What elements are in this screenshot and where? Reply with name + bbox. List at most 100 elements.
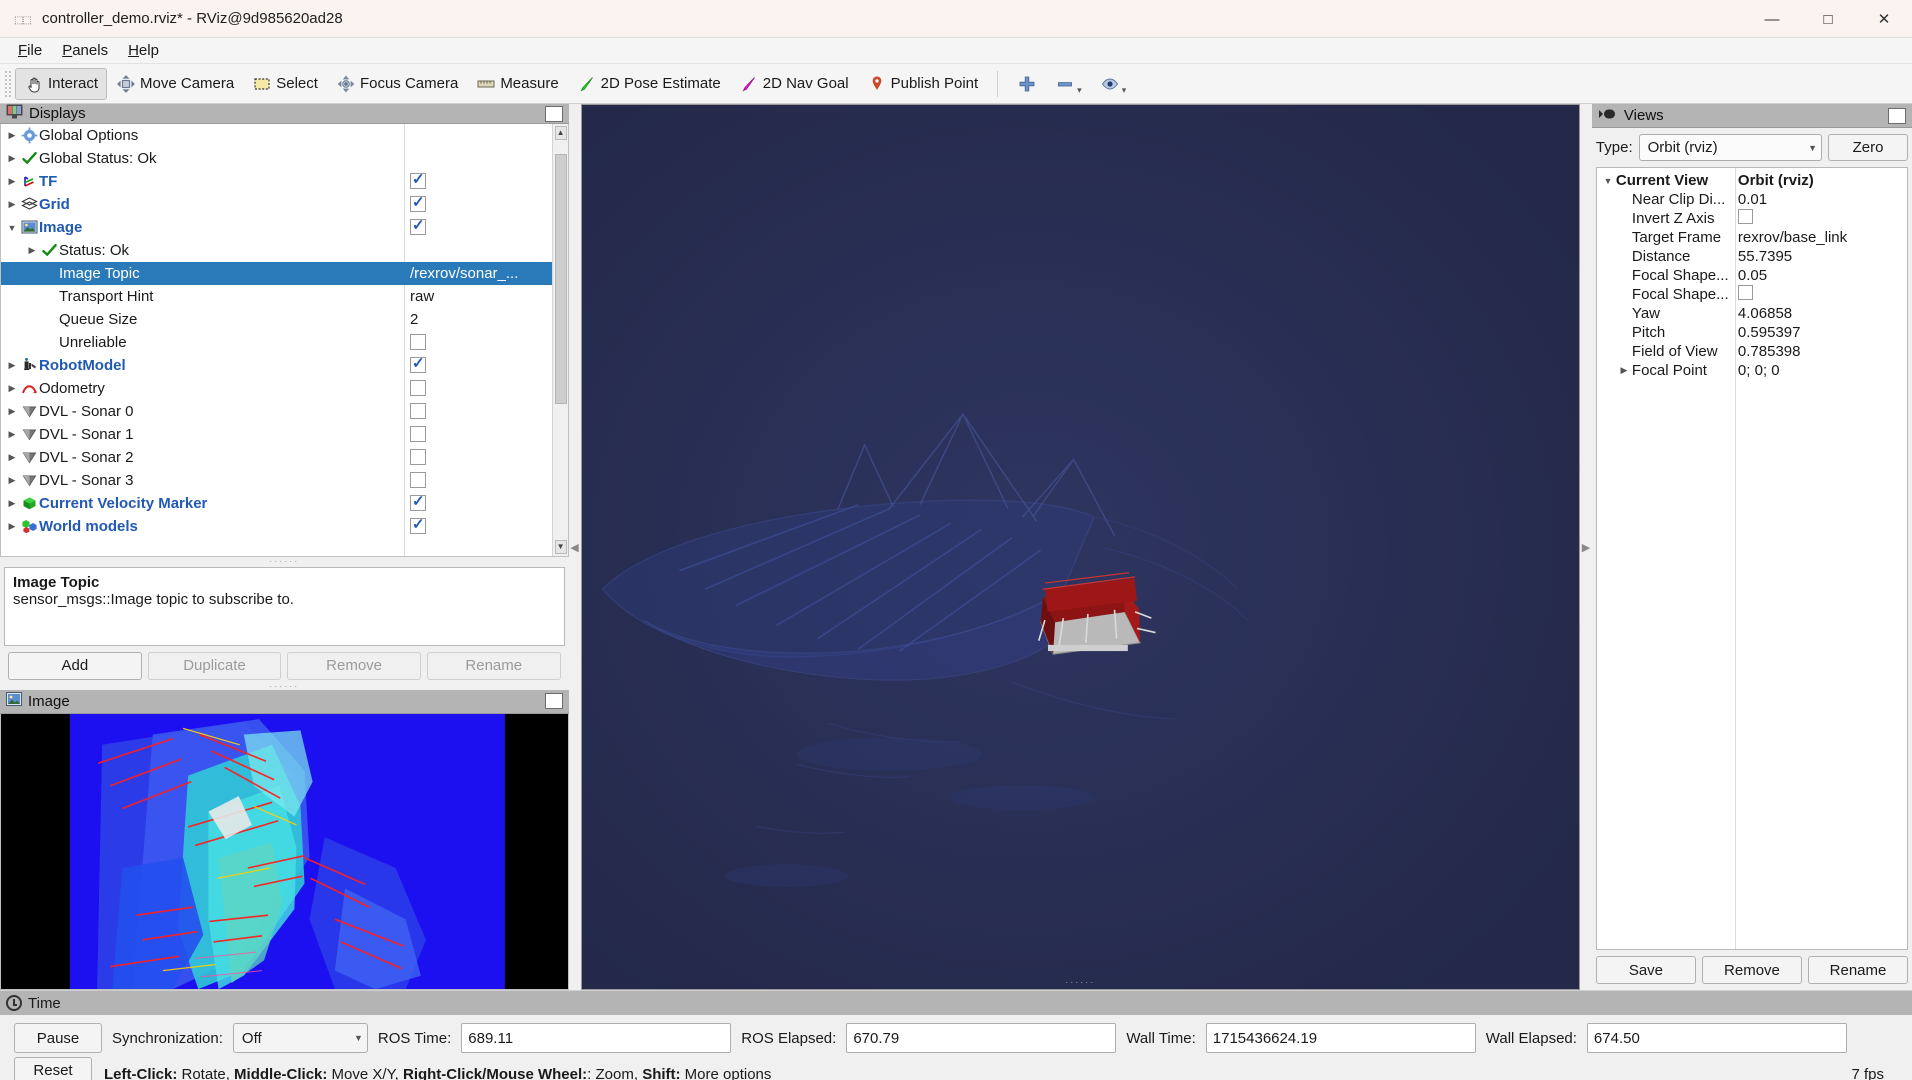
chevron-right-icon[interactable]: ▶ (5, 475, 19, 486)
view-row-target-frame[interactable]: Target Frame rexrov/base_link (1597, 228, 1907, 247)
toolbar-grip[interactable] (4, 69, 12, 98)
display-enable-checkbox[interactable] (410, 193, 426, 212)
display-enable-checkbox[interactable] (410, 354, 426, 373)
view-row-value[interactable] (1737, 285, 1907, 304)
tool-move-camera[interactable]: Move Camera (107, 68, 243, 100)
display-row-tf[interactable]: ▶ TF (1, 170, 568, 193)
chevron-right-icon[interactable]: ▶ (5, 406, 19, 417)
tool-2d-nav-goal[interactable]: 2D Nav Goal (730, 68, 858, 100)
view-row-current-view[interactable]: ▼ Current View Orbit (rviz) (1597, 171, 1907, 190)
view-row-value[interactable]: 0.05 (1738, 267, 1907, 284)
chevron-right-icon[interactable]: ▶ (5, 360, 19, 371)
chevron-right-icon[interactable]: ▶ (5, 452, 19, 463)
display-row-dvl-sonar-2[interactable]: ▶ DVL - Sonar 2 (1, 446, 568, 469)
display-enable-checkbox[interactable] (410, 492, 426, 511)
view-row-value[interactable]: 0.785398 (1738, 343, 1907, 360)
chevron-right-icon[interactable]: ▶ (5, 429, 19, 440)
chevron-down-icon-2[interactable]: ▾ (1122, 85, 1127, 99)
displays-tree[interactable]: ▶ Global Options ▶ Global Status: Ok ▶ TF ▶ Gri… (0, 124, 569, 557)
view-row-value[interactable]: Orbit (rviz) (1738, 172, 1907, 189)
display-row-dvl-sonar-1[interactable]: ▶ DVL - Sonar 1 (1, 423, 568, 446)
display-row-odometry[interactable]: ▶ Odometry (1, 377, 568, 400)
display-enable-checkbox[interactable] (410, 472, 426, 488)
display-enable-checkbox[interactable] (410, 334, 426, 350)
display-row-global-status-ok[interactable]: ▶ Global Status: Ok (1, 147, 568, 170)
chevron-right-icon[interactable]: ▶ (5, 130, 19, 141)
displays-splitter-grip[interactable]: ······ (0, 556, 569, 566)
remove-tool-button[interactable]: ▾ (1046, 68, 1091, 100)
menu-help[interactable]: Help (118, 39, 169, 62)
sonar-image-canvas[interactable] (0, 713, 569, 990)
tool-2d-pose-estimate[interactable]: 2D Pose Estimate (568, 68, 730, 100)
display-row-unreliable[interactable]: Unreliable (1, 331, 568, 354)
remove-view-button[interactable]: Remove (1701, 956, 1802, 984)
scrollbar-thumb[interactable] (554, 154, 567, 404)
add-tool-button[interactable] (1008, 68, 1046, 100)
ros-elapsed-input[interactable]: 670.79 (846, 1023, 1117, 1053)
display-row-image[interactable]: ▼ Image (1, 216, 568, 239)
ros-time-input[interactable]: 689.11 (461, 1023, 732, 1053)
view-row-near-clip-di[interactable]: Near Clip Di... 0.01 (1597, 190, 1907, 209)
chevron-right-icon[interactable]: ▶ (1616, 365, 1632, 376)
reset-button[interactable]: Reset (14, 1057, 92, 1080)
display-enable-checkbox[interactable] (410, 216, 426, 235)
view-row-value[interactable]: rexrov/base_link (1738, 229, 1907, 246)
wall-time-input[interactable]: 1715436624.19 (1205, 1023, 1476, 1053)
pause-button[interactable]: Pause (14, 1023, 102, 1053)
view-row-value[interactable]: 0; 0; 0 (1738, 362, 1907, 379)
view-checkbox[interactable] (1737, 209, 1753, 224)
chevron-right-icon[interactable]: ▶ (5, 199, 19, 210)
display-row-world-models[interactable]: ▶ World models (1, 515, 568, 538)
view-row-value[interactable]: 55.7395 (1738, 248, 1907, 265)
scroll-down-arrow[interactable]: ▼ (554, 540, 567, 554)
views-tree[interactable]: ▼ Current View Orbit (rviz) Near Clip Di...… (1595, 167, 1908, 950)
display-enable-checkbox[interactable] (410, 380, 426, 396)
display-row-queue-size[interactable]: Queue Size 2 (1, 308, 568, 331)
close-button[interactable]: ✕ (1856, 0, 1912, 38)
views-float-button[interactable] (1888, 107, 1906, 124)
displays-scrollbar[interactable]: ▲ ▼ (551, 124, 568, 556)
display-enable-checkbox[interactable] (410, 449, 426, 465)
render-3d-viewport[interactable]: ······ (580, 104, 1580, 990)
right-collapse-handle[interactable]: ▶ (1580, 104, 1592, 990)
display-row-current-velocity-marker[interactable]: ▶ Current Velocity Marker (1, 492, 568, 515)
rename-view-button[interactable]: Rename (1807, 956, 1909, 984)
view-row-distance[interactable]: Distance 55.7395 (1597, 247, 1907, 266)
display-row-status-ok[interactable]: ▶ Status: Ok (1, 239, 568, 262)
display-enable-checkbox[interactable] (410, 403, 426, 419)
view-row-field-of-view[interactable]: Field of View 0.785398 (1597, 342, 1907, 361)
chevron-down-icon[interactable]: ▼ (1600, 176, 1616, 186)
save-view-button[interactable]: Save (1595, 956, 1696, 984)
tool-measure[interactable]: Measure (467, 68, 567, 100)
zero-button[interactable]: Zero (1828, 134, 1908, 161)
tool-focus-camera[interactable]: Focus Camera (327, 68, 467, 100)
view-checkbox[interactable] (1737, 285, 1753, 300)
display-row-dvl-sonar-0[interactable]: ▶ DVL - Sonar 0 (1, 400, 568, 423)
scroll-up-arrow[interactable]: ▲ (554, 126, 567, 140)
chevron-right-icon[interactable]: ▶ (5, 153, 19, 164)
image-float-button[interactable] (544, 693, 563, 710)
display-row-global-options[interactable]: ▶ Global Options (1, 124, 568, 147)
display-enable-checkbox[interactable] (410, 426, 426, 442)
image-splitter-grip[interactable]: ······ (0, 681, 569, 691)
display-enable-checkbox[interactable] (410, 170, 426, 189)
view-row-yaw[interactable]: Yaw 4.06858 (1597, 304, 1907, 323)
display-row-robotmodel[interactable]: ▶ RobotModel (1, 354, 568, 377)
view-row-pitch[interactable]: Pitch 0.595397 (1597, 323, 1907, 342)
display-row-value[interactable]: raw (410, 288, 540, 305)
view-row-focal-shape[interactable]: Focal Shape... (1597, 285, 1907, 304)
chevron-right-icon[interactable]: ▶ (5, 498, 19, 509)
view-row-focal-point[interactable]: ▶ Focal Point 0; 0; 0 (1597, 361, 1907, 380)
display-row-value[interactable]: 2 (410, 311, 540, 328)
display-row-grid[interactable]: ▶ Grid (1, 193, 568, 216)
chevron-down-icon[interactable]: ▼ (5, 223, 19, 233)
view-row-value[interactable]: 0.01 (1738, 191, 1907, 208)
add-button[interactable]: Add (8, 651, 142, 680)
display-row-dvl-sonar-3[interactable]: ▶ DVL - Sonar 3 (1, 469, 568, 492)
view-row-value[interactable] (1737, 209, 1907, 228)
chevron-right-icon[interactable]: ▶ (5, 176, 19, 187)
chevron-down-icon[interactable]: ▾ (1077, 85, 1082, 99)
view-row-focal-shape[interactable]: Focal Shape... 0.05 (1597, 266, 1907, 285)
sync-combo[interactable]: Off ▼ (232, 1023, 368, 1053)
chevron-right-icon[interactable]: ▶ (5, 521, 19, 532)
